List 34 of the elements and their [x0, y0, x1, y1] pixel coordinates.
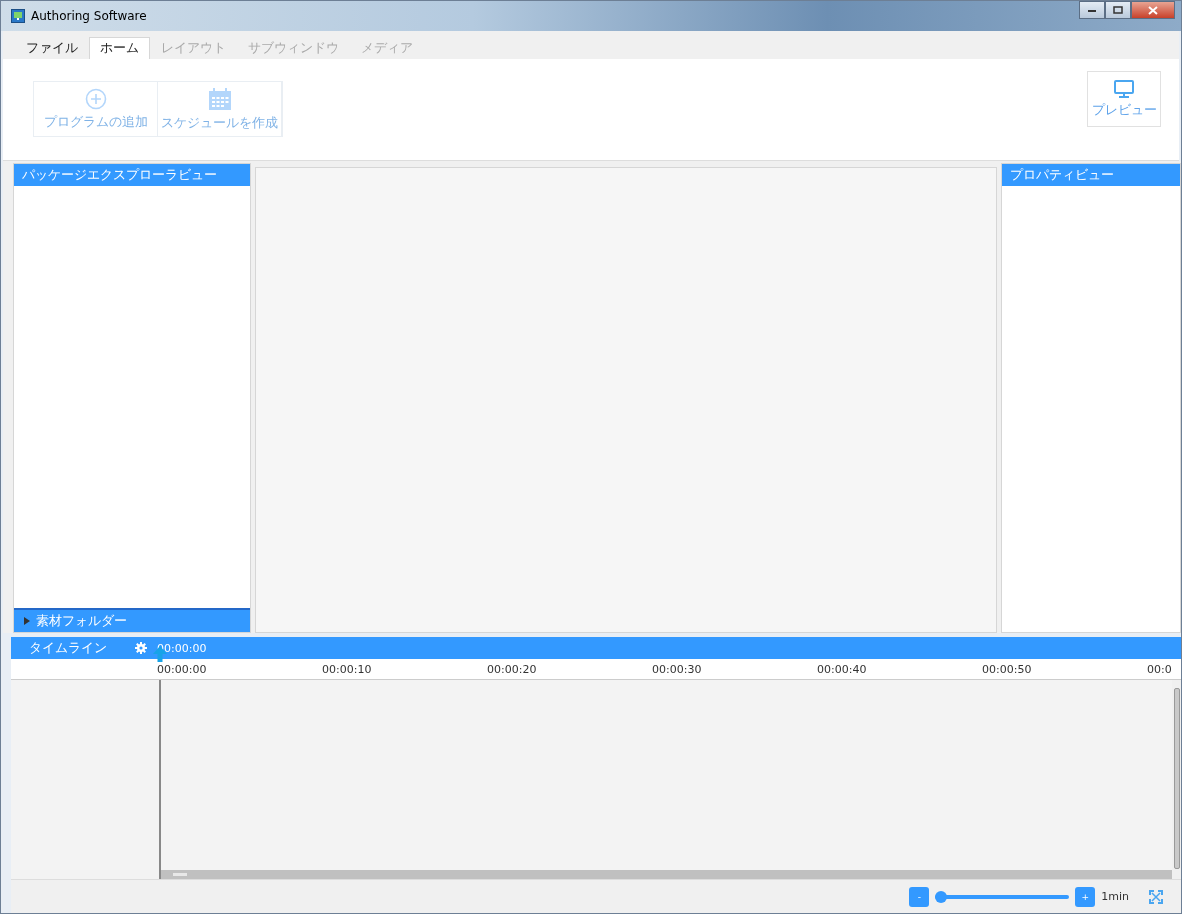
minimize-icon	[1087, 7, 1097, 13]
calendar-icon	[207, 86, 232, 111]
zoom-out-button[interactable]: -	[909, 886, 930, 907]
horizontal-scrollbar[interactable]	[161, 870, 1172, 879]
time-label: 00:0	[1147, 662, 1172, 676]
slider-thumb[interactable]	[935, 890, 948, 903]
window-title: Authoring Software	[31, 9, 147, 23]
maximize-button[interactable]	[1105, 1, 1131, 19]
zoom-in-button[interactable]: +	[1075, 886, 1096, 907]
settings-icon[interactable]	[135, 642, 147, 654]
close-button[interactable]	[1131, 1, 1175, 19]
close-icon	[1148, 5, 1158, 15]
panel-header: パッケージエクスプローラビュー	[14, 164, 250, 186]
time-label: 00:00:30	[652, 662, 703, 676]
time-label: 00:00:00	[157, 662, 208, 676]
time-label: 00:00:20	[487, 662, 538, 676]
timeline-title: タイムライン	[28, 639, 108, 657]
app-icon	[11, 9, 25, 23]
maximize-icon	[1113, 6, 1123, 14]
tab[interactable]: ホーム	[89, 37, 150, 59]
add-icon	[84, 87, 107, 110]
fit-screen-icon[interactable]	[1149, 889, 1163, 904]
time-label: 00:00:10	[322, 662, 373, 676]
panel-header: プロパティビュー	[1002, 164, 1180, 186]
zoom-slider[interactable]	[935, 890, 1070, 903]
tab[interactable]: ファイル	[15, 37, 89, 59]
time-label: 00:00:50	[982, 662, 1033, 676]
monitor-icon	[1114, 79, 1134, 98]
time-label: 00:00:40	[817, 662, 868, 676]
zoom-unit: 1min	[1101, 890, 1129, 903]
collapsed-arrow-icon	[24, 617, 30, 625]
folder-label: 素材フォルダー	[36, 612, 127, 630]
folder-header[interactable]: 素材フォルダー	[14, 608, 250, 632]
minimize-button[interactable]	[1079, 1, 1105, 19]
